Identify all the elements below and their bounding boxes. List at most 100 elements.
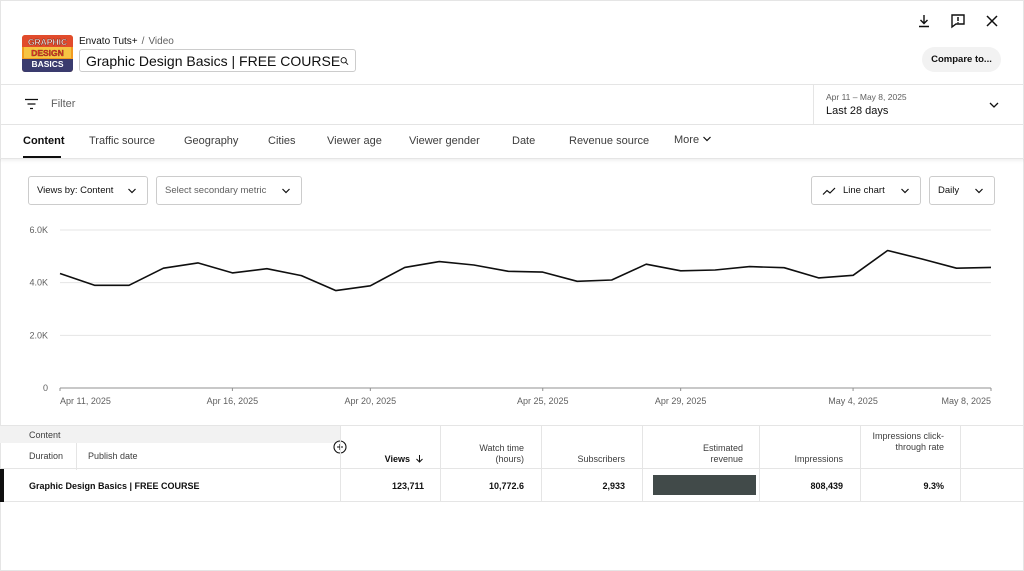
granularity-dropdown[interactable]: Daily (929, 176, 995, 205)
data-point (920, 256, 925, 261)
tab-date[interactable]: Date (512, 135, 535, 147)
tab-cities[interactable]: Cities (268, 135, 296, 147)
tab-viewer-age[interactable]: Viewer age (327, 135, 382, 147)
data-point (333, 288, 338, 293)
table-row[interactable]: Graphic Design Basics | FREE COURSE 123,… (0, 469, 1024, 502)
row-series-marker (0, 469, 4, 502)
breadcrumb-section: Video (148, 36, 174, 47)
cell-ctr: 9.3% (923, 481, 944, 491)
breadcrumb-separator: / (141, 36, 145, 47)
active-tab-indicator (23, 156, 61, 158)
data-point (471, 263, 476, 268)
data-point (609, 278, 614, 283)
x-tick-label: Apr 16, 2025 (207, 396, 259, 406)
data-point (575, 279, 580, 284)
download-icon[interactable] (913, 10, 935, 32)
column-header-estimated-revenue[interactable]: Estimated revenue (690, 443, 743, 465)
cell-subscribers: 2,933 (602, 481, 625, 491)
tab-geography[interactable]: Geography (184, 135, 238, 147)
chart-type-dropdown[interactable]: Line chart (811, 176, 921, 205)
y-tick-label: 2.0K (29, 330, 48, 340)
x-tick-label: Apr 20, 2025 (345, 396, 397, 406)
chevron-down-icon (128, 188, 136, 194)
header-divider (76, 443, 77, 470)
data-point (747, 264, 752, 269)
data-point (989, 265, 994, 270)
column-header-impressions[interactable]: Impressions (770, 454, 843, 465)
x-tick-label: Apr 11, 2025 (60, 396, 111, 406)
chart-type-label: Line chart (843, 185, 885, 196)
column-header-views[interactable]: Views (340, 454, 424, 465)
y-tick-label: 0 (43, 383, 48, 393)
y-tick-label: 4.0K (29, 278, 48, 288)
views-line-chart[interactable]: 0 2.0K 4.0K 6.0K Apr 11, 2025 Apr 16, 2025 Apr… (0, 215, 1024, 415)
cell-views: 123,711 (391, 481, 424, 491)
chevron-down-icon (282, 188, 290, 194)
granularity-label: Daily (938, 185, 960, 196)
series-line (59, 249, 992, 292)
primary-metric-dropdown[interactable]: Views by: Content (28, 176, 148, 205)
data-point (713, 268, 718, 273)
line-chart-icon (822, 187, 836, 195)
x-tick-label: Apr 29, 2025 (655, 396, 707, 406)
tab-more[interactable]: More (674, 134, 712, 146)
feedback-icon[interactable] (947, 10, 969, 32)
tab-revenue-source[interactable]: Revenue source (569, 135, 649, 147)
secondary-metric-dropdown[interactable]: Select secondary metric (156, 176, 302, 205)
column-header-impressions-ctr[interactable]: Impressions click-through rate (872, 431, 944, 453)
data-point (299, 273, 304, 278)
column-header-publish-date[interactable]: Publish date (88, 451, 138, 461)
data-point (437, 259, 442, 264)
chevron-down-icon (901, 188, 909, 194)
filter-icon[interactable] (24, 98, 39, 110)
tab-content[interactable]: Content (23, 135, 65, 147)
tab-traffic-source[interactable]: Traffic source (89, 135, 155, 147)
data-point (126, 283, 131, 288)
data-point (368, 283, 373, 288)
column-header-views-label: Views (384, 454, 410, 464)
compare-button[interactable]: Compare to... (922, 47, 1001, 72)
x-tick-label: May 4, 2025 (828, 396, 878, 406)
date-range-selector[interactable]: Apr 11 – May 8, 2025 Last 28 days (813, 85, 1024, 124)
date-range-text: Apr 11 – May 8, 2025 (826, 92, 907, 102)
thumbnail-text-3: BASICS (31, 59, 63, 69)
data-point (402, 265, 407, 270)
row-video-title[interactable]: Graphic Design Basics | FREE COURSE (29, 481, 200, 491)
video-thumbnail[interactable]: GRAPHIC DESIGN BASICS (22, 35, 73, 72)
data-point (161, 266, 166, 271)
cell-watch-time: 10,772.6 (488, 481, 524, 491)
data-point (782, 265, 787, 270)
video-title: Graphic Design Basics | FREE COURSE (86, 52, 341, 69)
breadcrumb: Envato Tuts+ / Video (79, 36, 174, 47)
search-icon[interactable] (340, 55, 349, 67)
data-point (954, 266, 959, 271)
cell-impressions: 808,439 (810, 481, 843, 491)
chevron-down-icon (975, 188, 983, 194)
data-point (230, 270, 235, 275)
tab-viewer-gender[interactable]: Viewer gender (409, 135, 480, 147)
dimension-tabs: Content Traffic source Geography Cities … (0, 125, 1024, 159)
close-icon[interactable] (981, 10, 1003, 32)
x-tick-label: May 8, 2025 (941, 396, 991, 406)
data-point (540, 270, 545, 275)
column-header-duration[interactable]: Duration (29, 451, 63, 461)
filter-bar: Filter Apr 11 – May 8, 2025 Last 28 days (0, 84, 1024, 125)
breadcrumb-channel[interactable]: Envato Tuts+ (79, 36, 138, 47)
data-point (678, 268, 683, 273)
data-point (851, 273, 856, 278)
data-point (644, 262, 649, 267)
cell-estimated-revenue-redacted (653, 475, 756, 495)
filter-input[interactable]: Filter (51, 98, 75, 110)
content-selector[interactable]: Graphic Design Basics | FREE COURSE (79, 49, 356, 72)
data-point (58, 271, 63, 276)
sort-descending-icon (416, 455, 423, 463)
column-header-subscribers[interactable]: Subscribers (560, 454, 625, 465)
primary-metric-label: Views by: Content (37, 185, 114, 196)
column-header-watch-time[interactable]: Watch time (hours) (462, 443, 524, 465)
secondary-metric-label: Select secondary metric (165, 185, 267, 196)
column-header-content[interactable]: Content (29, 430, 61, 440)
data-point (264, 266, 269, 271)
thumbnail-text-1: GRAPHIC (28, 37, 67, 47)
data-point (506, 269, 511, 274)
date-period-label: Last 28 days (826, 105, 889, 117)
